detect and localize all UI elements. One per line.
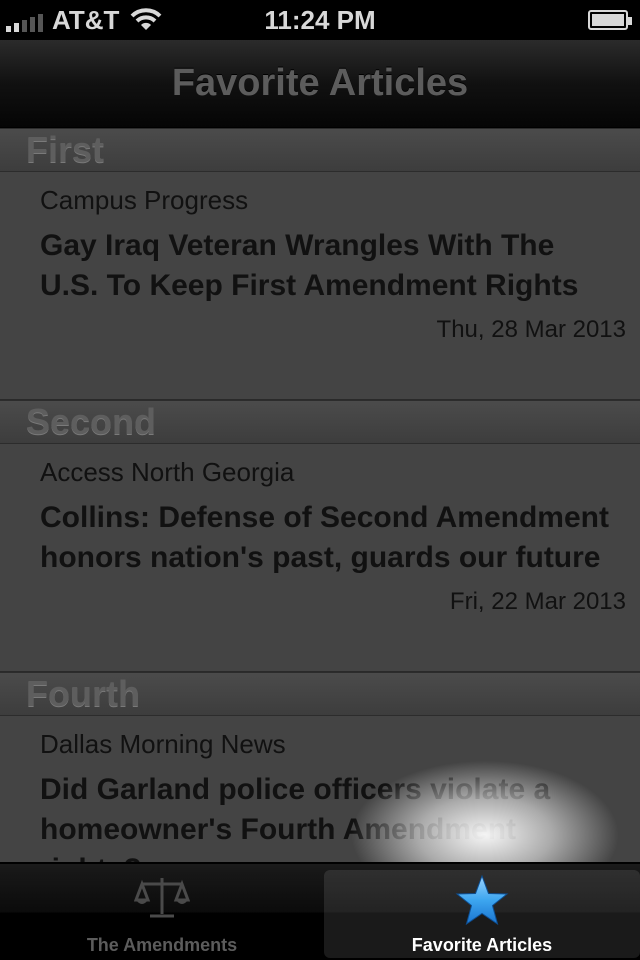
article-date: Thu, 28 Mar 2013 [436, 316, 626, 343]
status-bar: AT&T 11:24 PM [0, 0, 640, 40]
tab-label: The Amendments [86, 935, 238, 955]
section-header-label: Fourth [26, 673, 140, 714]
article-source: Campus Progress [40, 185, 249, 215]
tab-label: Favorite Articles [411, 935, 553, 955]
status-time: 11:24 PM [264, 5, 376, 35]
tab-favorite-articles[interactable]: Favorite Articles [324, 870, 640, 958]
navigation-bar: Favorite Articles [0, 40, 640, 128]
article-cell[interactable]: Campus Progress Gay Iraq Veteran Wrangle… [0, 172, 640, 400]
page-title: Favorite Articles [171, 62, 469, 104]
article-source: Dallas Morning News [40, 729, 286, 759]
star-icon [454, 874, 510, 933]
section-header-second: Second [0, 400, 640, 444]
article-cell[interactable]: Access North Georgia Collins: Defense of… [0, 444, 640, 672]
scales-icon [133, 874, 191, 925]
section-header-label: Second [26, 401, 157, 442]
article-date: Fri, 22 Mar 2013 [449, 588, 626, 615]
favorites-list[interactable]: First Campus Progress Gay Iraq Veteran W… [0, 128, 640, 862]
article-headline: Collins: Defense of Second Amendment hon… [40, 501, 609, 574]
section-header-label: First [26, 129, 105, 170]
article-source: Access North Georgia [40, 457, 295, 487]
section-header-first: First [0, 128, 640, 172]
section-header-fourth: Fourth [0, 672, 640, 716]
tab-bar: The Amendments Favorite Articles [0, 862, 640, 960]
tab-the-amendments[interactable]: The Amendments [4, 870, 320, 958]
article-headline: Gay Iraq Veteran Wrangles With The U.S. … [40, 229, 579, 302]
battery-icon [588, 10, 632, 30]
